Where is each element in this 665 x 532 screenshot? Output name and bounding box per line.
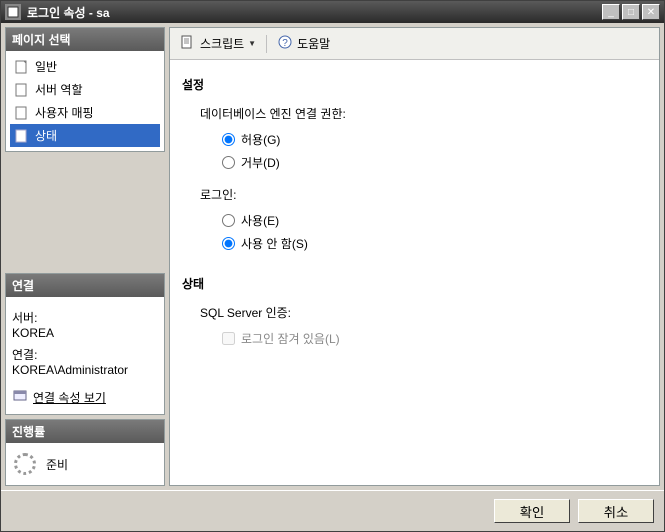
nav-list: 일반 서버 역할 사용자 매핑 상태: [6, 51, 164, 151]
toolbar: 스크립트 ▼ ? 도움말: [170, 28, 659, 60]
properties-icon: [12, 387, 28, 403]
enable-label: 사용(E): [241, 212, 279, 229]
dialog-body: 페이지 선택 일반 서버 역할 사용자 매핑: [1, 23, 664, 490]
enable-option[interactable]: 사용(E): [222, 209, 647, 232]
spinner-icon: [14, 453, 36, 475]
nav-general[interactable]: 일반: [10, 55, 160, 78]
page-select-header: 페이지 선택: [6, 28, 164, 51]
nav-label: 서버 역할: [35, 81, 83, 98]
view-connection-properties-link[interactable]: 연결 속성 보기: [33, 389, 106, 406]
minimize-button[interactable]: _: [602, 4, 620, 20]
settings-heading: 설정: [182, 76, 647, 93]
page-icon: [14, 105, 30, 121]
grant-option[interactable]: 허용(G): [222, 128, 647, 151]
progress-status: 준비: [46, 456, 68, 473]
locked-out-label: 로그인 잠겨 있음(L): [241, 330, 340, 347]
content-area: 설정 데이터베이스 엔진 연결 권한: 허용(G) 거부(D) 로그인: 사용(…: [170, 60, 659, 485]
grant-radio[interactable]: [222, 133, 235, 146]
cancel-button[interactable]: 취소: [578, 499, 654, 523]
toolbar-separator: [266, 35, 267, 53]
db-engine-perm-label: 데이터베이스 엔진 연결 권한:: [200, 105, 647, 122]
nav-label: 상태: [35, 127, 57, 144]
sidebar: 페이지 선택 일반 서버 역할 사용자 매핑: [5, 27, 165, 486]
connection-header: 연결: [6, 274, 164, 297]
properties-dialog: 로그인 속성 - sa _ □ ✕ 페이지 선택 일반 서버 역할: [0, 0, 665, 532]
progress-body: 준비: [6, 443, 164, 485]
main-panel: 스크립트 ▼ ? 도움말 설정 데이터베이스 엔진 연결 권한: 허용(G): [169, 27, 660, 486]
status-heading: 상태: [182, 275, 647, 292]
window-title: 로그인 속성 - sa: [27, 4, 602, 21]
help-label: 도움말: [297, 35, 330, 52]
deny-option[interactable]: 거부(D): [222, 151, 647, 174]
nav-server-roles[interactable]: 서버 역할: [10, 78, 160, 101]
locked-out-row: 로그인 잠겨 있음(L): [222, 327, 647, 350]
script-label: 스크립트: [200, 35, 244, 52]
maximize-button[interactable]: □: [622, 4, 640, 20]
ok-button[interactable]: 확인: [494, 499, 570, 523]
connection-body: 서버: KOREA 연결: KOREA\Administrator 연결 속성 …: [6, 297, 164, 414]
page-icon: [14, 128, 30, 144]
server-value: KOREA: [12, 326, 158, 340]
login-label: 로그인:: [200, 186, 647, 203]
nav-status[interactable]: 상태: [10, 124, 160, 147]
grant-label: 허용(G): [241, 131, 280, 148]
app-icon: [5, 4, 21, 20]
nav-user-mapping[interactable]: 사용자 매핑: [10, 101, 160, 124]
nav-label: 일반: [35, 58, 57, 75]
svg-text:?: ?: [282, 38, 288, 49]
script-icon: [180, 34, 196, 53]
disable-option[interactable]: 사용 안 함(S): [222, 232, 647, 255]
deny-label: 거부(D): [241, 154, 280, 171]
page-icon: [14, 59, 30, 75]
locked-out-checkbox: [222, 332, 235, 345]
titlebar[interactable]: 로그인 속성 - sa _ □ ✕: [1, 1, 664, 23]
disable-label: 사용 안 함(S): [241, 235, 308, 252]
progress-header: 진행률: [6, 420, 164, 443]
dialog-footer: 확인 취소: [1, 490, 664, 531]
enable-radio[interactable]: [222, 214, 235, 227]
close-button[interactable]: ✕: [642, 4, 660, 20]
deny-radio[interactable]: [222, 156, 235, 169]
conn-label: 연결:: [12, 346, 158, 363]
progress-panel: 진행률 준비: [5, 419, 165, 486]
chevron-down-icon: ▼: [248, 39, 256, 48]
nav-label: 사용자 매핑: [35, 104, 94, 121]
connection-panel: 연결 서버: KOREA 연결: KOREA\Administrator 연결 …: [5, 273, 165, 415]
page-select-panel: 페이지 선택 일반 서버 역할 사용자 매핑: [5, 27, 165, 152]
help-icon: ?: [277, 34, 293, 53]
conn-value: KOREA\Administrator: [12, 363, 158, 377]
page-icon: [14, 82, 30, 98]
window-controls: _ □ ✕: [602, 4, 660, 20]
disable-radio[interactable]: [222, 237, 235, 250]
server-label: 서버:: [12, 309, 158, 326]
script-button[interactable]: 스크립트 ▼: [176, 32, 260, 55]
help-button[interactable]: ? 도움말: [273, 32, 334, 55]
sql-auth-label: SQL Server 인증:: [200, 304, 647, 321]
